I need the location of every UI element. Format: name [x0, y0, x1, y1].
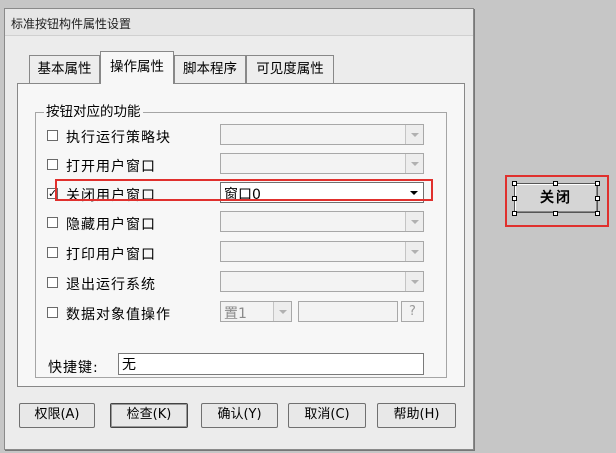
resize-handle-w[interactable]	[512, 196, 517, 201]
help-lookup-button[interactable]: ?	[401, 301, 424, 322]
checkbox-data-object-op[interactable]	[47, 307, 58, 318]
data-object-field[interactable]	[298, 301, 398, 322]
checkbox-run-strategy[interactable]	[47, 130, 58, 141]
property-dialog: 标准按钮构件属性设置 基本属性 操作属性 脚本程序 可见度属性 按钮对应的功能 …	[4, 8, 474, 450]
resize-handle-s[interactable]	[553, 211, 558, 216]
title-bar[interactable]: 标准按钮构件属性设置	[5, 9, 473, 36]
combo-value: 窗口0	[224, 187, 261, 203]
row-label: 退出运行系统	[66, 277, 156, 293]
help-button[interactable]: 帮助(H)	[377, 403, 456, 428]
combo-value: 置1	[224, 306, 247, 322]
row-label: 数据对象值操作	[66, 307, 171, 323]
resize-handle-ne[interactable]	[595, 181, 600, 186]
row-hide-window: 隐藏用户窗口	[36, 211, 448, 235]
window-title: 标准按钮构件属性设置	[11, 17, 132, 31]
resize-handle-e[interactable]	[595, 196, 600, 201]
chevron-down-icon[interactable]	[405, 212, 423, 231]
permission-button[interactable]: 权限(A)	[19, 403, 95, 428]
resize-handle-n[interactable]	[553, 181, 558, 186]
resize-handle-sw[interactable]	[512, 211, 517, 216]
chevron-down-icon[interactable]	[405, 272, 423, 291]
tab-operation-properties[interactable]: 操作属性	[100, 51, 174, 84]
tab-basic-properties[interactable]: 基本属性	[29, 55, 100, 83]
row-open-window: 打开用户窗口	[36, 153, 448, 177]
chevron-down-icon[interactable]	[405, 154, 423, 173]
chevron-down-icon[interactable]	[405, 183, 423, 202]
row-label: 隐藏用户窗口	[66, 217, 156, 233]
checkbox-exit-system[interactable]	[47, 277, 58, 288]
row-run-strategy: 执行运行策略块	[36, 124, 448, 148]
row-label: 关闭用户窗口	[66, 188, 156, 204]
resize-handle-nw[interactable]	[512, 181, 517, 186]
shortcut-label: 快捷键:	[48, 360, 99, 376]
row-label: 打印用户窗口	[66, 247, 156, 263]
row-print-window: 打印用户窗口	[36, 241, 448, 265]
function-groupbox: 按钮对应的功能 执行运行策略块 打开用户窗口 ✓ 关闭用户窗口 窗口0 隐藏用户…	[35, 104, 448, 378]
row-label: 打开用户窗口	[66, 159, 156, 175]
chevron-down-icon[interactable]	[405, 242, 423, 261]
combo-op-type[interactable]: 置1	[220, 301, 292, 322]
checkbox-close-window[interactable]: ✓	[47, 188, 58, 199]
canvas-close-button[interactable]: 关闭	[514, 183, 598, 213]
tab-script[interactable]: 脚本程序	[174, 55, 246, 83]
tab-panel: 按钮对应的功能 执行运行策略块 打开用户窗口 ✓ 关闭用户窗口 窗口0 隐藏用户…	[17, 83, 465, 387]
check-button[interactable]: 检查(K)	[110, 403, 188, 428]
combo-open-window[interactable]	[220, 153, 424, 174]
chevron-down-icon[interactable]	[273, 302, 291, 321]
chevron-down-icon[interactable]	[405, 125, 423, 144]
confirm-button[interactable]: 确认(Y)	[201, 403, 278, 428]
combo-exit-system[interactable]	[220, 271, 424, 292]
checkbox-print-window[interactable]	[47, 247, 58, 258]
group-title: 按钮对应的功能	[44, 104, 143, 120]
row-label: 执行运行策略块	[66, 130, 171, 146]
row-exit-system: 退出运行系统	[36, 271, 448, 295]
checkbox-hide-window[interactable]	[47, 217, 58, 228]
resize-handle-se[interactable]	[595, 211, 600, 216]
tab-visibility-properties[interactable]: 可见度属性	[246, 55, 334, 83]
combo-run-strategy[interactable]	[220, 124, 424, 145]
combo-hide-window[interactable]	[220, 211, 424, 232]
shortcut-input[interactable]	[118, 353, 424, 375]
row-data-object-op: 数据对象值操作 置1 ?	[36, 301, 448, 325]
checkbox-open-window[interactable]	[47, 159, 58, 170]
combo-print-window[interactable]	[220, 241, 424, 262]
combo-close-window[interactable]: 窗口0	[220, 182, 424, 203]
cancel-button[interactable]: 取消(C)	[288, 403, 366, 428]
row-close-window: ✓ 关闭用户窗口 窗口0	[36, 182, 448, 206]
